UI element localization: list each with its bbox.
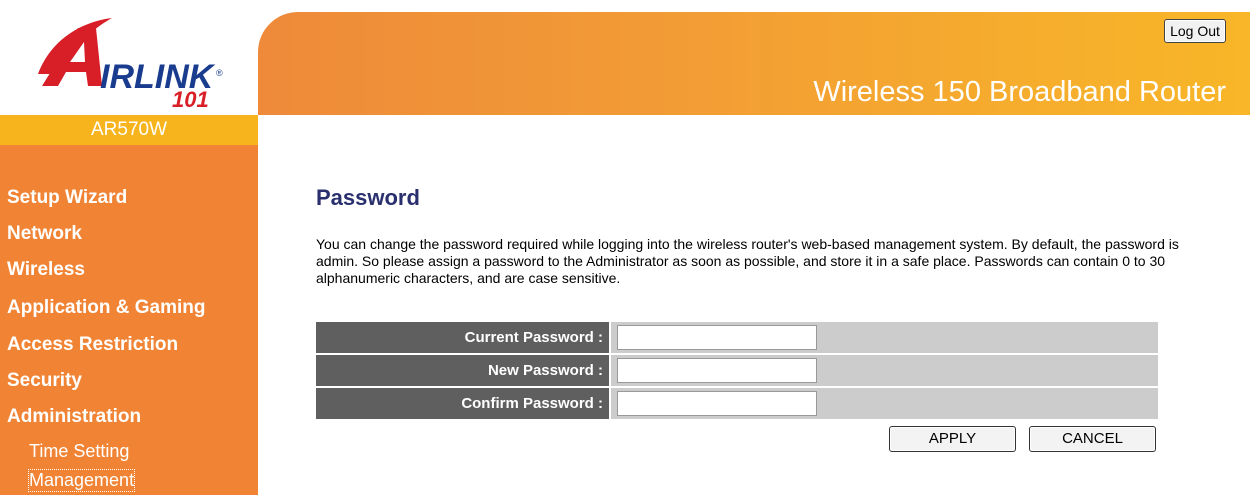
confirm-password-row: Confirm Password : [316, 388, 1158, 421]
sidebar-item-access-restriction[interactable]: Access Restriction [7, 334, 178, 356]
page-description: You can change the password required whi… [316, 236, 1179, 286]
password-form: Current Password : New Password : Confir… [316, 322, 1158, 421]
current-password-input[interactable] [617, 325, 817, 350]
sidebar-item-network[interactable]: Network [7, 223, 82, 245]
model-name: AR570W [0, 115, 258, 145]
sidebar: Setup Wizard Network Wireless Applicatio… [0, 145, 258, 495]
sidebar-subitem-management[interactable]: Management [27, 469, 136, 492]
sidebar-item-administration[interactable]: Administration [7, 406, 141, 428]
sidebar-item-wireless[interactable]: Wireless [7, 259, 85, 281]
sidebar-subitem-time-setting[interactable]: Time Setting [29, 441, 129, 462]
page-title: Password [316, 185, 420, 210]
new-password-input[interactable] [617, 358, 817, 383]
current-password-row: Current Password : [316, 322, 1158, 355]
sidebar-item-application-gaming[interactable]: Application & Gaming [7, 297, 205, 319]
apply-button[interactable]: APPLY [889, 426, 1016, 452]
airlink-logo: IRLINK ® 101 [0, 0, 258, 115]
confirm-password-input[interactable] [617, 391, 817, 416]
logout-button[interactable]: Log Out [1164, 19, 1226, 43]
product-title: Wireless 150 Broadband Router [813, 76, 1226, 108]
confirm-password-label: Confirm Password : [316, 388, 611, 419]
header-banner: Wireless 150 Broadband Router [258, 12, 1250, 115]
new-password-row: New Password : [316, 355, 1158, 388]
new-password-label: New Password : [316, 355, 611, 386]
current-password-label: Current Password : [316, 322, 611, 353]
svg-text:®: ® [216, 68, 223, 78]
svg-text:101: 101 [172, 87, 209, 112]
cancel-button[interactable]: CANCEL [1029, 426, 1156, 452]
sidebar-item-setup-wizard[interactable]: Setup Wizard [7, 187, 127, 209]
sidebar-item-security[interactable]: Security [7, 370, 82, 392]
